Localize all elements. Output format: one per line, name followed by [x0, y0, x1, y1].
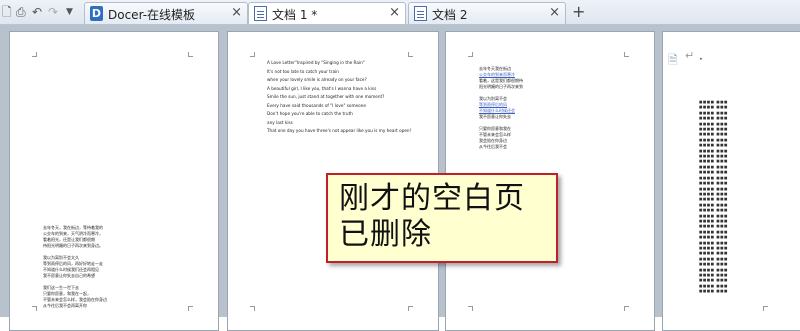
- tab-docer-close-icon[interactable]: ×: [231, 5, 242, 20]
- text-line: any last kiss: [267, 119, 293, 125]
- text-line: Smile the sun, just stand at together wi…: [267, 94, 385, 99]
- text-line: It's not too late to catch your train: [267, 68, 339, 74]
- text-line: ■■■■ ■■■: [699, 235, 728, 240]
- page-3-text: 去年冬天我在街边 公交车的到来而寒冷 看着，这是我们都很期待 阳光明媚的日子再次…: [479, 66, 523, 150]
- text-line: ■■■■ ■■■: [699, 170, 728, 175]
- document-page-4[interactable]: 🗎 ↵ · ■■■■ ■■■ ■■■■ ■■■ ■■■■ ■■■ ■■■■ ■■■ ■■…: [662, 31, 800, 331]
- preview-icon[interactable]: 🗋: [2, 3, 12, 21]
- text-line: ■■■■ ■■■: [699, 251, 728, 256]
- text-line: A Love Letter"Inspired by "Singing in th…: [267, 60, 365, 65]
- text-line: ■■■■ ■■■: [699, 181, 728, 186]
- margin-corner-mark: [408, 306, 413, 311]
- docer-icon: D: [90, 6, 103, 21]
- page-4-text-column: ■■■■ ■■■ ■■■■ ■■■ ■■■■ ■■■ ■■■■ ■■■ ■■■■ ■■■…: [699, 100, 728, 295]
- tab-document-2-close-icon[interactable]: ×: [549, 5, 560, 20]
- text-line: when your lovely smile is already on you…: [267, 77, 367, 82]
- text-line: ■■■■ ■■■: [699, 143, 728, 148]
- text-line: ■■■■ ■■■: [699, 262, 728, 267]
- tab-docer[interactable]: D Docer-在线模板 ×: [84, 2, 248, 24]
- text-line: A beautiful girl, I like you, that's I w…: [267, 85, 377, 91]
- margin-corner-mark: [32, 306, 37, 311]
- tab-document-2-label: 文档 2: [432, 8, 468, 22]
- margin-corner-mark: [188, 52, 193, 57]
- paragraph-mark-icon: ↵: [685, 49, 695, 62]
- text-line: ■■■■ ■■■: [699, 224, 728, 229]
- text-line: 待阳光明媚的日子再次来到身边。: [43, 243, 103, 248]
- tab-document-1-close-icon[interactable]: ×: [389, 5, 400, 20]
- print-preview-icon[interactable]: ⎙: [16, 3, 26, 21]
- tab-bar: 🗋 ⎙ ↶ ↷ ▼ D Docer-在线模板 × 文档 1 * × 文档 2 ×…: [0, 0, 800, 25]
- quick-access-dropdown-icon[interactable]: ▼: [66, 3, 73, 21]
- undo-icon[interactable]: ↶: [32, 3, 42, 21]
- margin-corner-mark: [624, 306, 629, 311]
- annotation-callout: 刚才的空白页已删除: [326, 173, 558, 263]
- text-line: ■■■■ ■■■: [699, 116, 728, 121]
- tab-docer-label: Docer-在线模板: [108, 8, 196, 22]
- tab-document-1[interactable]: 文档 1 * ×: [248, 2, 406, 24]
- tab-document-1-label: 文档 1 *: [272, 8, 318, 22]
- text-line: ■■■■ ■■■: [699, 289, 728, 294]
- document-icon: [254, 6, 267, 21]
- new-tab-button[interactable]: +: [572, 2, 585, 22]
- redo-icon[interactable]: ↷: [48, 3, 58, 21]
- document-page-1[interactable]: 去年冬天，我在街边，等待着我的 公交车的到来，天气阴冷而寒冷， 看着阳光，还是让…: [9, 31, 219, 331]
- page-2-text: A Love Letter"Inspired by "Singing in th…: [267, 59, 411, 136]
- text-line: 阳光明媚的日子再次来到: [479, 84, 523, 89]
- margin-corner-mark: [468, 52, 473, 57]
- margin-corner-mark: [624, 52, 629, 57]
- text-line: 从今往后我不会再离开你: [43, 303, 87, 308]
- text-line: Every have said thousands of "I love" so…: [267, 102, 366, 108]
- margin-corner-mark: [32, 52, 37, 57]
- tab-document-2[interactable]: 文档 2 ×: [408, 2, 566, 24]
- document-icon: [414, 6, 427, 21]
- callout-text: 刚才的空白页已删除: [339, 181, 525, 252]
- text-line: 从今往后我不会: [479, 144, 507, 149]
- cursor-dot: ·: [699, 52, 703, 66]
- text-line: ■■■■ ■■■: [699, 208, 728, 213]
- margin-corner-mark: [468, 306, 473, 311]
- page-icon: 🗎: [668, 53, 678, 67]
- text-line: ■■■■ ■■■: [699, 197, 728, 202]
- margin-corner-mark: [408, 52, 413, 57]
- text-line: That one day you have three's not appear…: [267, 128, 412, 133]
- text-line: Don't hope you're able to catch the trut…: [267, 111, 353, 116]
- margin-corner-mark: [188, 306, 193, 311]
- document-workspace[interactable]: 去年冬天，我在街边，等待着我的 公交车的到来，天气阴冷而寒冷， 看着阳光，还是让…: [0, 25, 800, 331]
- margin-corner-mark: [250, 306, 255, 311]
- margin-corner-mark: [250, 52, 255, 57]
- margin-corner-mark: [763, 306, 768, 311]
- page-1-text: 去年冬天，我在街边，等待着我的 公交车的到来，天气阴冷而寒冷， 看着阳光，还是让…: [43, 225, 107, 309]
